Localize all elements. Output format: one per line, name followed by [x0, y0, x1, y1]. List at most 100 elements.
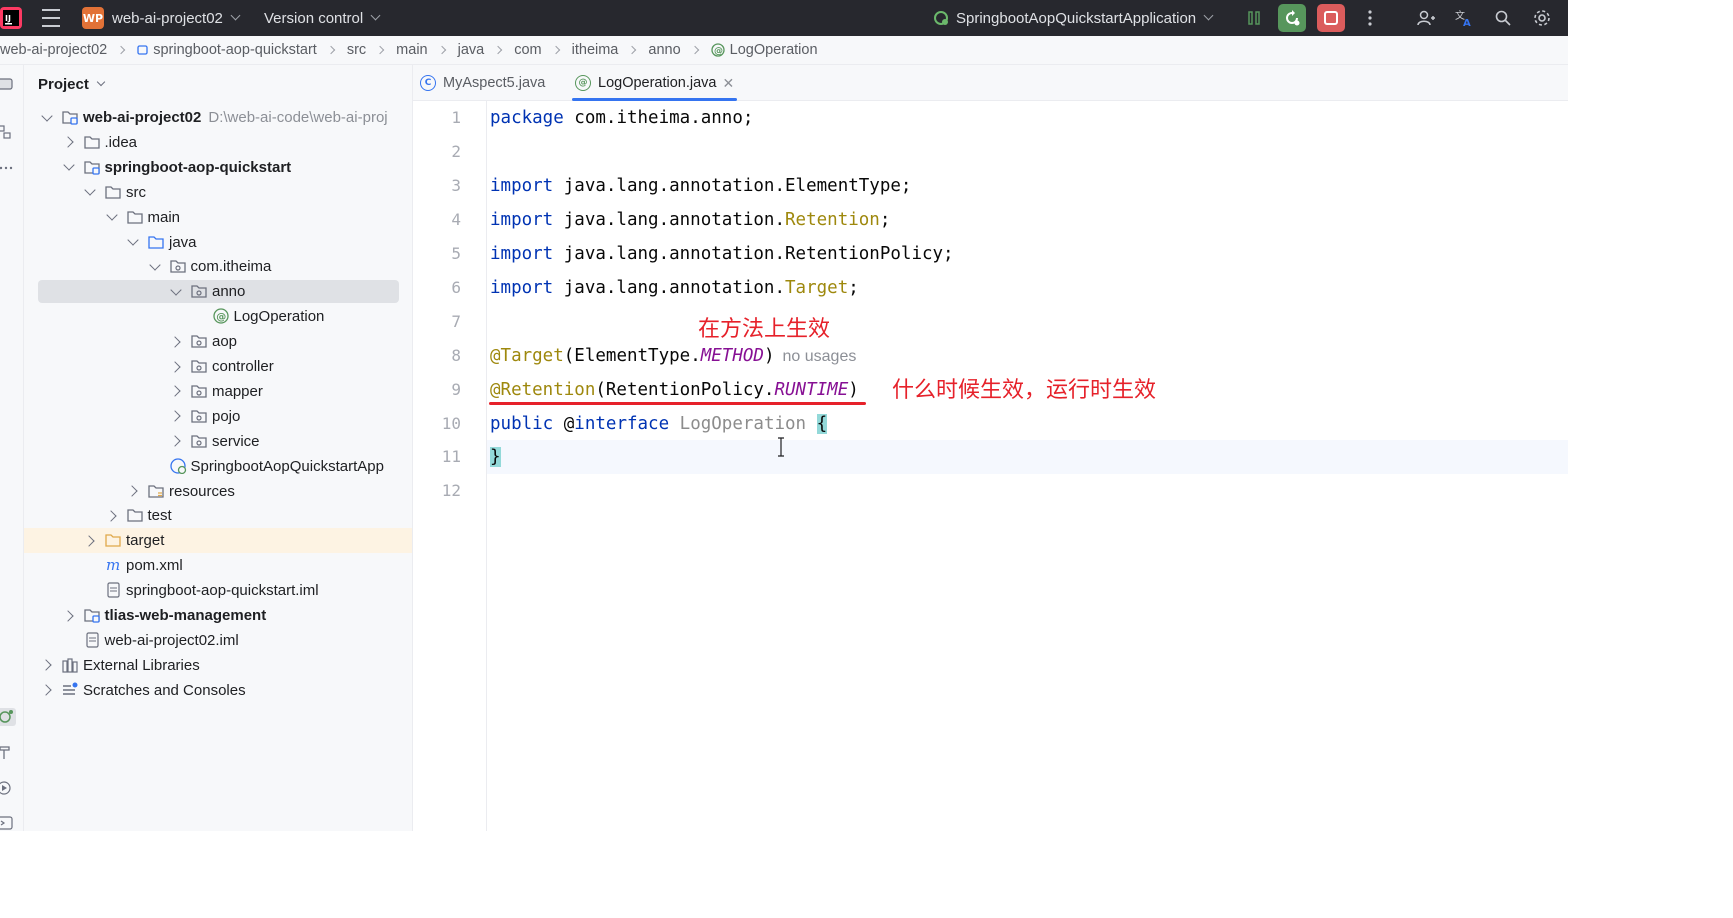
terminal-icon[interactable] [0, 816, 14, 830]
code-editor[interactable]: 1 2 3 4 5 6 7 8 9 10 11 12 package com.i… [413, 101, 1568, 831]
breadcrumb-item[interactable]: main [396, 42, 427, 58]
tree-item[interactable]: pojo [24, 404, 412, 429]
tree-item[interactable]: src [24, 180, 412, 205]
chevron-right-icon[interactable] [169, 360, 181, 373]
chevron-right-icon[interactable] [169, 385, 181, 398]
matched-brace: } [490, 447, 501, 467]
pause-icon[interactable] [1240, 4, 1268, 32]
services-icon[interactable] [0, 708, 18, 726]
tree-item[interactable]: Scratches and Consoles [24, 678, 412, 703]
rerun-icon[interactable] [1278, 4, 1306, 32]
tree-item[interactable]: anno [24, 279, 412, 304]
tree-item[interactable]: aop [24, 329, 412, 354]
run-icon[interactable] [0, 781, 14, 795]
chevron-right-icon[interactable] [61, 609, 74, 622]
tree-item[interactable]: test [24, 503, 412, 528]
tree-item[interactable]: resources [24, 479, 412, 504]
annotation: @Retention [490, 380, 596, 400]
tree-item[interactable]: main [24, 205, 412, 230]
tree-item-label: mapper [212, 383, 263, 400]
tree-item[interactable]: web-ai-project02 D:\web-ai-code\web-ai-pr… [24, 105, 412, 130]
run-config-selector[interactable]: SpringbootAopQuickstartApplication [932, 0, 1214, 36]
tree-item[interactable]: @ LogOperation [24, 304, 412, 329]
tree-item-text: web-ai-project02.iml [104, 631, 239, 649]
project-folder-icon[interactable] [0, 77, 14, 91]
breadcrumb-item[interactable]: src [347, 42, 366, 58]
tree-item[interactable]: web-ai-project02.iml [24, 628, 412, 653]
tree-item[interactable]: springboot-aop-quickstart [24, 155, 412, 180]
chevron-down-icon[interactable] [62, 159, 75, 171]
tree-item[interactable]: mapper [24, 379, 412, 404]
chevron-right-icon[interactable] [169, 435, 181, 447]
chevron-down-icon [1203, 10, 1214, 21]
breadcrumb-item[interactable]: springboot-aop-quickstart [137, 42, 317, 58]
tree-item[interactable]: service [24, 429, 412, 454]
add-user-icon[interactable] [1412, 4, 1440, 32]
tree-item-label: service [212, 433, 260, 450]
tree-item[interactable]: tlias-web-management [24, 603, 412, 628]
chevron-right-icon[interactable] [61, 136, 74, 149]
line-number: 4 [451, 210, 461, 229]
code-line-1: package com.itheima.anno; [490, 101, 753, 135]
tree-item-text: anno [212, 283, 246, 301]
chevron-down-icon[interactable] [127, 234, 139, 246]
more-actions-icon[interactable] [1356, 4, 1384, 32]
breadcrumb-item[interactable]: web-ai-project02 [0, 42, 107, 58]
tree-item-text: target [126, 532, 165, 550]
search-icon[interactable] [1489, 4, 1517, 32]
code-text: ) [763, 346, 775, 366]
breadcrumb-item[interactable]: anno [648, 42, 680, 58]
tree-item[interactable]: controller [24, 354, 412, 379]
breadcrumb-item[interactable]: java [458, 42, 485, 58]
chevron-down-icon[interactable] [41, 109, 53, 122]
tree-item[interactable]: .idea [24, 130, 412, 155]
tab-myaspect5[interactable]: C MyAspect5.java [420, 65, 545, 101]
chevron-down-icon[interactable] [148, 259, 161, 271]
breadcrumb-label: anno [648, 42, 681, 58]
chevron-right-icon[interactable] [169, 410, 181, 422]
chevron-right-icon[interactable] [40, 659, 52, 671]
more-tools-icon[interactable] [0, 161, 14, 175]
structure-icon[interactable] [0, 125, 14, 139]
build-hammer-icon[interactable] [0, 745, 14, 759]
settings-gear-icon[interactable] [1528, 4, 1556, 32]
chevron-right-icon[interactable] [126, 485, 138, 497]
tree-item-label: SpringbootAopQuickstartApp [191, 458, 384, 475]
project-panel-header[interactable]: Project [38, 73, 106, 95]
chevron-right-icon[interactable] [104, 510, 117, 522]
project-selector[interactable]: WP web-ai-project02 [82, 0, 241, 36]
chevron-down-icon[interactable] [105, 209, 118, 221]
close-tab-icon[interactable]: ✕ [723, 75, 735, 92]
chevron-right-icon[interactable] [40, 684, 52, 696]
tree-item[interactable]: SpringbootAopQuickstartApp [24, 454, 412, 479]
usages-hint[interactable]: no usages [783, 348, 857, 365]
translate-icon[interactable]: 文A [1450, 4, 1478, 32]
intellij-logo-icon[interactable]: IJ [0, 7, 22, 29]
tree-item[interactable]: com.itheima [24, 254, 412, 279]
tree-item[interactable]: java [24, 230, 412, 255]
chevron-right-icon[interactable] [83, 535, 95, 547]
line-number: 3 [451, 176, 461, 195]
chevron-right-icon[interactable] [169, 335, 181, 348]
chevron-down-icon[interactable] [84, 184, 96, 196]
breadcrumb-item[interactable]: com [514, 42, 541, 58]
tree-item-label: Scratches and Consoles [83, 682, 246, 699]
breadcrumb-item[interactable]: @ LogOperation [710, 42, 818, 58]
tree-item-label: springboot-aop-quickstart [105, 159, 292, 176]
tree-item[interactable]: target [24, 528, 412, 554]
tab-logoperation[interactable]: @ LogOperation.java ✕ [571, 65, 738, 101]
stop-icon[interactable] [1317, 4, 1345, 32]
tree-item-label: anno [212, 283, 245, 300]
version-control-menu[interactable]: Version control [264, 0, 381, 36]
tree-item-text: java [169, 233, 197, 251]
tree-item[interactable]: springboot-aop-quickstart.iml [24, 578, 412, 603]
package-icon [169, 260, 186, 274]
tree-item[interactable]: m pom.xml [24, 553, 412, 578]
line-number: 10 [441, 414, 461, 433]
chevron-down-icon [230, 10, 241, 21]
breadcrumb-item[interactable]: itheima [572, 42, 619, 58]
main-menu-icon[interactable] [42, 0, 60, 36]
version-control-label: Version control [264, 9, 364, 27]
tree-item[interactable]: External Libraries [24, 653, 412, 678]
project-badge-icon: WP [82, 7, 104, 29]
